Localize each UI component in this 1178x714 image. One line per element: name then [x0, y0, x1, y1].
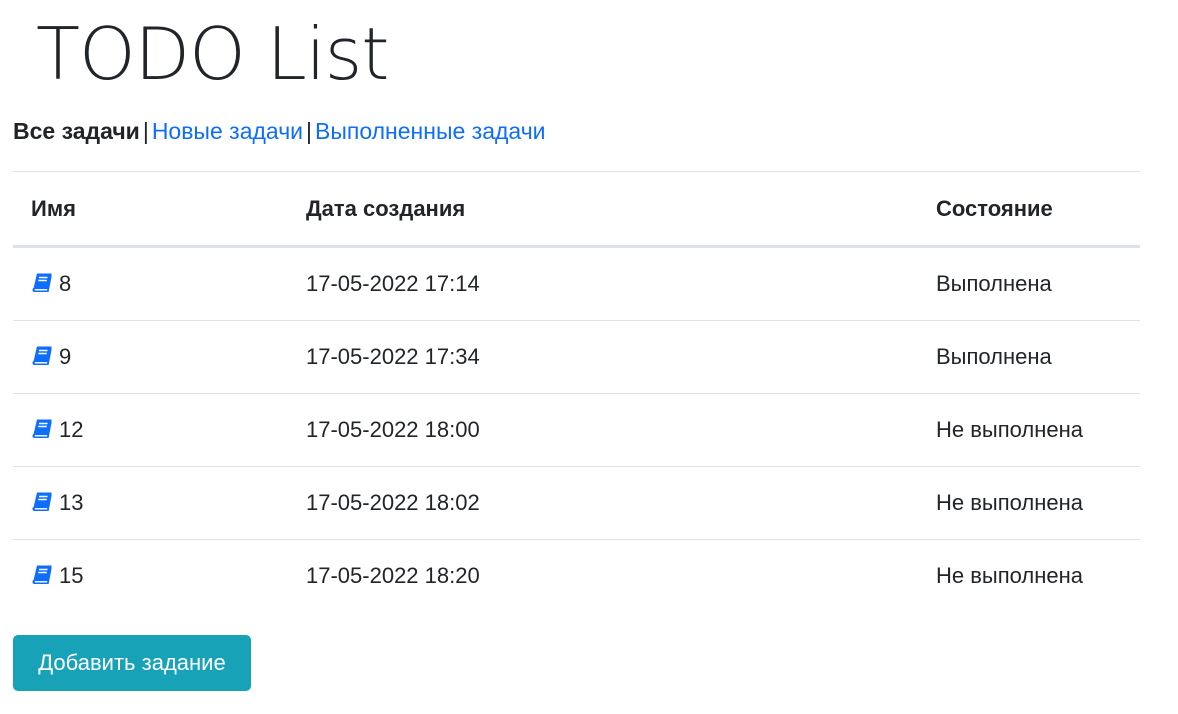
column-header-name: Имя — [13, 171, 288, 248]
table-row: 9 17-05-2022 17:34 Выполнена — [13, 320, 1140, 394]
task-state: Не выполнена — [918, 466, 1140, 540]
filter-all-tasks: Все задачи — [13, 118, 140, 144]
task-name-cell: 12 — [13, 393, 288, 467]
task-date: 17-05-2022 18:02 — [288, 466, 918, 540]
task-name-cell: 15 — [13, 540, 288, 613]
table-row: 8 17-05-2022 17:14 Выполнена — [13, 246, 1140, 321]
book-icon[interactable] — [31, 418, 53, 440]
table-row: 15 17-05-2022 18:20 Не выполнена — [13, 540, 1140, 613]
table-row: 13 17-05-2022 18:02 Не выполнена — [13, 466, 1140, 540]
task-date: 17-05-2022 18:00 — [288, 393, 918, 467]
task-name[interactable]: 8 — [59, 271, 71, 296]
filter-new-tasks-link[interactable]: Новые задачи — [152, 118, 303, 144]
book-icon[interactable] — [31, 564, 53, 586]
task-name-cell: 13 — [13, 466, 288, 540]
book-icon[interactable] — [31, 491, 53, 513]
book-icon[interactable] — [31, 345, 53, 367]
task-state: Выполнена — [918, 320, 1140, 394]
filter-done-tasks-link[interactable]: Выполненные задачи — [315, 118, 546, 144]
todo-page: TODO List Все задачи | Новые задачи | Выполн… — [0, 0, 1178, 714]
task-name[interactable]: 12 — [59, 417, 83, 442]
task-state: Не выполнена — [936, 563, 1084, 588]
task-date: 17-05-2022 18:20 — [306, 563, 480, 588]
tasks-table: Имя Дата создания Состояние 8 17-05-2022… — [13, 171, 1140, 612]
table-header-row: Имя Дата создания Состояние — [13, 171, 1140, 248]
table-row: 12 17-05-2022 18:00 Не выполнена — [13, 393, 1140, 467]
filter-separator: | — [306, 118, 313, 144]
task-name[interactable]: 13 — [59, 490, 83, 515]
task-name-cell: 9 — [13, 320, 288, 394]
task-date: 17-05-2022 17:34 — [288, 320, 918, 394]
task-date: 17-05-2022 17:14 — [288, 246, 918, 321]
task-name[interactable]: 9 — [59, 344, 71, 369]
task-name-cell: 8 — [13, 246, 288, 321]
task-name[interactable]: 15 — [59, 563, 83, 588]
filter-nav: Все задачи | Новые задачи | Выполненные зада… — [13, 116, 546, 146]
add-task-button[interactable]: Добавить задание — [13, 635, 251, 691]
task-state: Выполнена — [918, 246, 1140, 321]
column-header-state: Состояние — [918, 171, 1140, 248]
task-state: Не выполнена — [918, 393, 1140, 467]
column-header-date: Дата создания — [288, 171, 918, 248]
filter-separator: | — [142, 118, 149, 144]
book-icon[interactable] — [31, 272, 53, 294]
page-title: TODO List — [36, 12, 390, 96]
